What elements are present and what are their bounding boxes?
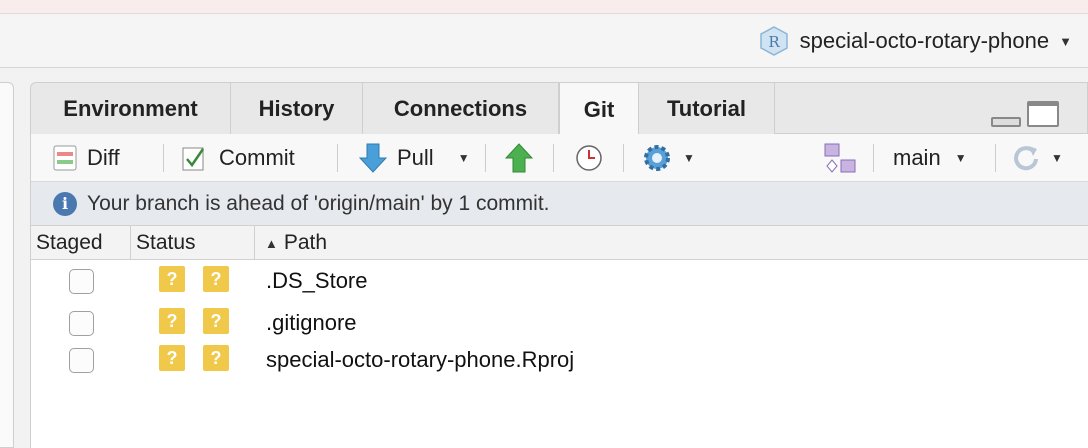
toolbar-separator [337, 144, 338, 172]
refresh-button[interactable]: ▼ [1011, 134, 1063, 182]
diff-label: Diff [87, 145, 120, 170]
file-path[interactable]: .gitignore [266, 303, 357, 343]
chevron-down-icon: ▼ [683, 151, 695, 165]
diff-button[interactable]: Diff [53, 134, 120, 182]
toolbar-separator [485, 144, 486, 172]
sort-ascending-icon: ▲ [265, 235, 278, 251]
tab-connections[interactable]: Connections [363, 83, 559, 134]
file-list: ? ? .DS_Store ? ? .gitignore ? ? special… [30, 260, 1088, 448]
toolbar-separator [163, 144, 164, 172]
toolbar-separator [553, 144, 554, 172]
table-row[interactable]: ? ? special-octo-rotary-phone.Rproj [31, 340, 1088, 380]
push-arrow-icon [505, 143, 533, 173]
chevron-down-icon: ▼ [1051, 151, 1063, 165]
push-button[interactable] [505, 134, 533, 182]
git-toolbar: Diff Commit Pull ▼ ▼ main ▼ ▼ [30, 134, 1088, 182]
commit-label: Commit [219, 145, 295, 170]
tab-bar: Environment History Connections Git Tuto… [30, 82, 1088, 136]
branch-selector[interactable]: main ▼ [893, 134, 967, 182]
refresh-icon [1014, 146, 1038, 171]
staged-checkbox[interactable] [69, 348, 94, 373]
column-path[interactable]: ▲ Path [255, 226, 1088, 260]
info-message: Your branch is ahead of 'origin/main' by… [87, 191, 550, 215]
commit-icon [182, 147, 205, 171]
tab-history[interactable]: History [231, 83, 363, 134]
info-icon: i [53, 191, 77, 216]
branch-label: main [893, 145, 941, 170]
git-pane: Environment History Connections Git Tuto… [30, 82, 1088, 448]
column-staged[interactable]: Staged [31, 226, 131, 260]
file-path[interactable]: special-octo-rotary-phone.Rproj [266, 340, 574, 380]
status-badge: ? [159, 266, 185, 292]
status-badge: ? [203, 308, 229, 334]
tab-environment[interactable]: Environment [31, 83, 231, 134]
status-badge: ? [159, 345, 185, 371]
staged-checkbox[interactable] [69, 269, 94, 294]
status-badge: ? [203, 345, 229, 371]
minimize-pane-icon[interactable] [991, 117, 1021, 127]
project-bar: R special-octo-rotary-phone ▼ [0, 15, 1088, 68]
staged-checkbox[interactable] [69, 311, 94, 336]
tab-tutorial[interactable]: Tutorial [639, 83, 775, 134]
maximize-pane-icon[interactable] [1027, 101, 1059, 127]
svg-text:R: R [768, 33, 780, 51]
status-badge: ? [203, 266, 229, 292]
toolbar-separator [873, 144, 874, 172]
info-bar: i Your branch is ahead of 'origin/main' … [30, 182, 1088, 226]
file-path[interactable]: .DS_Store [266, 261, 368, 301]
chevron-down-icon: ▼ [1059, 33, 1072, 49]
project-name: special-octo-rotary-phone [799, 28, 1050, 53]
pull-label: Pull [397, 145, 434, 170]
history-button[interactable] [575, 134, 603, 182]
gear-icon [644, 145, 670, 171]
toolbar-separator [623, 144, 624, 172]
rproj-icon: R [759, 26, 788, 56]
pull-button[interactable]: Pull ▼ [359, 134, 470, 182]
chevron-down-icon: ▼ [457, 151, 470, 165]
more-button[interactable]: ▼ [641, 134, 695, 182]
branch-icon [824, 143, 856, 173]
branch-graph-button[interactable] [823, 134, 857, 182]
column-status[interactable]: Status [131, 226, 255, 260]
left-pane-edge [0, 82, 14, 448]
table-header: Staged Status ▲ Path [30, 226, 1088, 260]
commit-button[interactable]: Commit [179, 134, 295, 182]
chevron-down-icon: ▼ [954, 151, 967, 165]
clock-icon [576, 145, 602, 171]
diff-icon [53, 145, 77, 171]
toolbar-separator [995, 144, 996, 172]
table-row[interactable]: ? ? .DS_Store [31, 261, 1088, 301]
table-row[interactable]: ? ? .gitignore [31, 303, 1088, 343]
status-badge: ? [159, 308, 185, 334]
pull-arrow-icon [359, 143, 387, 173]
project-menu[interactable]: R special-octo-rotary-phone ▼ [758, 25, 1072, 57]
tab-git[interactable]: Git [559, 83, 639, 136]
top-strip [0, 0, 1088, 14]
window-controls [991, 101, 1059, 127]
